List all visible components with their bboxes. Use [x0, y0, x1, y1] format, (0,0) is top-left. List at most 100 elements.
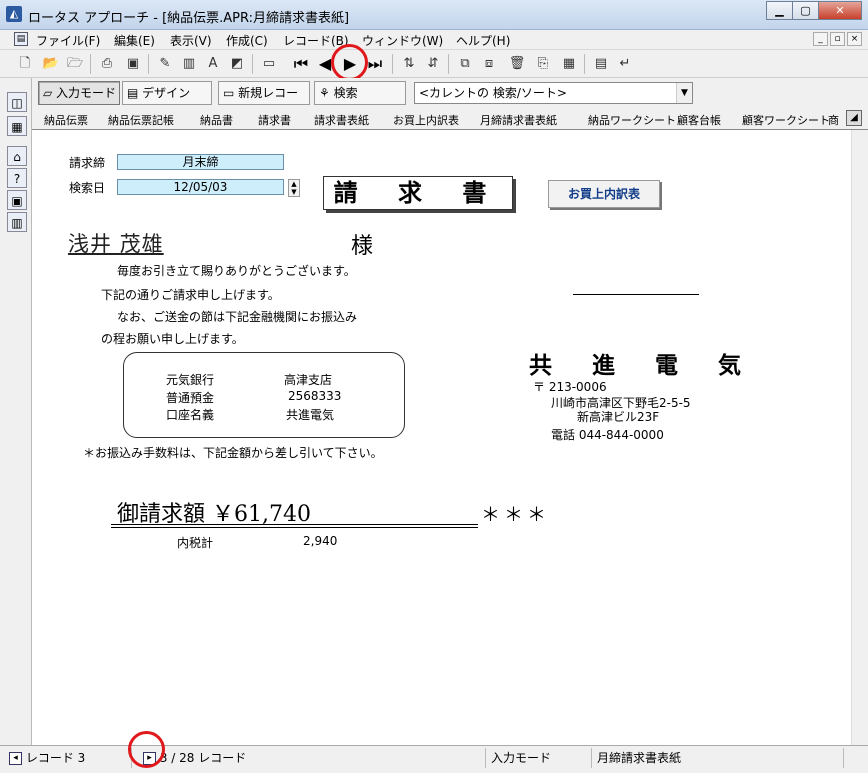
- mode-indicator[interactable]: 入力モード: [488, 748, 592, 768]
- fee-note: ＊お振込み手数料は、下記金額から差し引いて下さい。: [83, 446, 383, 460]
- mdi-restore-button[interactable]: ▫: [830, 32, 845, 46]
- open-folder-icon[interactable]: 🗁: [64, 53, 86, 75]
- menu-view[interactable]: 表示(V): [170, 32, 212, 49]
- delete-record-icon[interactable]: 🗑: [506, 53, 528, 75]
- menu-edit[interactable]: 編集(E): [114, 32, 155, 49]
- tab-scroll-icon[interactable]: ◢: [846, 110, 862, 126]
- new-file-icon[interactable]: 🗋: [14, 53, 36, 75]
- tab-purchase-detail[interactable]: お買上内訳表: [393, 112, 459, 128]
- mode-bar: ▱ 入力モード ▤ デザイン ▭ 新規レコード ⚘ 検索 <カレントの 検索/ソ…: [32, 78, 868, 122]
- closing-field[interactable]: 月末締: [117, 154, 284, 170]
- account-holder: 共進電気: [286, 408, 335, 422]
- previous-record-icon[interactable]: ◀: [314, 53, 336, 75]
- total-underline: [111, 527, 478, 528]
- total-underline: [111, 524, 478, 525]
- browse-mode-button[interactable]: ▱ 入力モード: [38, 81, 120, 105]
- account-type: 普通預金: [166, 391, 215, 405]
- purchase-detail-button[interactable]: お買上内訳表: [548, 180, 660, 208]
- toolbar-separator: [148, 54, 149, 74]
- browse-form-icon[interactable]: ◫: [7, 92, 27, 112]
- mdi-close-button[interactable]: ×: [847, 32, 862, 46]
- menu-help[interactable]: ヘルプ(H): [456, 32, 510, 49]
- new-record-button[interactable]: ▭ 新規レコード: [218, 81, 310, 122]
- tab-delivery-slip[interactable]: 納品伝票: [44, 112, 88, 128]
- greeting-line: の程お願い申し上げます。: [101, 332, 244, 346]
- design-mode-icon: ▤: [127, 86, 143, 100]
- close-button[interactable]: ✕: [818, 1, 862, 20]
- tab-customer-ledger[interactable]: 顧客台帳: [677, 112, 721, 128]
- menu-create[interactable]: 作成(C): [226, 32, 268, 49]
- bank-name: 元気銀行: [166, 373, 215, 387]
- title-bar: ◭ ロータス アプローチ - [納品伝票.APR:月締請求書表紙] ▁ ▢ ✕: [0, 0, 868, 30]
- tab-delivery-worksheet[interactable]: 納品ワークシート: [588, 112, 676, 128]
- duplicate-record-icon[interactable]: ⎘: [532, 53, 554, 75]
- menu-file[interactable]: ファイル(F): [36, 32, 100, 49]
- company-postal: 〒 213-0006: [533, 380, 607, 394]
- greeting-line: 毎度お引き立て賜りありがとうございます。: [117, 264, 356, 278]
- search-date-field[interactable]: 12/05/03: [117, 179, 284, 195]
- fill-field-icon[interactable]: ▦: [558, 53, 580, 75]
- maximize-button[interactable]: ▢: [792, 1, 819, 20]
- record-counter[interactable]: ▸ 3 / 28 レコード: [140, 748, 486, 768]
- preview-icon[interactable]: ▣: [122, 53, 144, 75]
- lotus-approach-icon[interactable]: ◭: [6, 6, 22, 22]
- enter-icon[interactable]: ↵: [614, 53, 636, 75]
- window-controls: ▁ ▢ ✕: [766, 1, 862, 20]
- closing-label: 請求締: [69, 156, 106, 170]
- toolbar-separator: [392, 54, 393, 74]
- minimize-button[interactable]: ▁: [766, 1, 793, 20]
- find-again-icon[interactable]: ⧈: [478, 53, 500, 75]
- find-button[interactable]: ⚘ 検索: [314, 81, 406, 105]
- edit-pen-icon[interactable]: ✎: [154, 53, 176, 75]
- tab-delivery-ledger[interactable]: 納品伝票記帳: [108, 112, 174, 128]
- go-to-record-icon[interactable]: ▸: [143, 752, 156, 765]
- vertical-scrollbar[interactable]: [851, 130, 868, 745]
- previous-record-icon[interactable]: ◂: [9, 752, 22, 765]
- print-icon[interactable]: ⎙: [96, 53, 118, 75]
- menu-window[interactable]: ウィンドウ(W): [362, 32, 443, 49]
- page-title: 請 求 書: [323, 176, 513, 210]
- last-record-icon[interactable]: ⏭: [364, 53, 386, 75]
- status-bar: ◂ レコード 3 ▸ 3 / 28 レコード 入力モード 月締請求書表紙: [0, 745, 868, 773]
- document-icon[interactable]: ▤: [14, 32, 28, 46]
- home-icon[interactable]: ⌂: [7, 146, 27, 166]
- date-spinner[interactable]: ▲ ▼: [288, 179, 300, 197]
- customer-name[interactable]: 浅井 茂雄: [68, 228, 164, 258]
- design-mode-button[interactable]: ▤ デザイン: [122, 81, 212, 105]
- tab-invoice-cover[interactable]: 請求書表紙: [314, 112, 369, 128]
- mdi-minimize-button[interactable]: _: [813, 32, 828, 46]
- computer-icon[interactable]: ▣: [7, 190, 27, 210]
- tab-customer-worksheet[interactable]: 顧客ワークシート: [742, 112, 830, 128]
- worksheet-icon[interactable]: ▦: [7, 116, 27, 136]
- menu-record[interactable]: レコード(B): [283, 32, 349, 49]
- spell-check-icon[interactable]: ▤: [590, 53, 612, 75]
- sort-descending-icon[interactable]: ⇵: [422, 53, 444, 75]
- record-indicator[interactable]: ◂ レコード 3: [6, 748, 132, 768]
- ruler-icon[interactable]: ▥: [178, 53, 200, 75]
- next-record-icon[interactable]: ▶: [339, 53, 361, 75]
- account-number: 2568333: [288, 389, 342, 403]
- search-date-label: 検索日: [69, 181, 106, 195]
- tab-monthly-invoice-cover[interactable]: 月締請求書表紙: [480, 112, 557, 128]
- find-sort-select[interactable]: <カレントの 検索/ソート> ▼: [414, 82, 693, 104]
- help-icon[interactable]: ?: [7, 168, 27, 188]
- chevron-down-icon[interactable]: ▼: [676, 83, 692, 103]
- text-field-icon[interactable]: A: [202, 53, 224, 75]
- first-record-icon[interactable]: ⏮: [290, 53, 312, 75]
- database-icon[interactable]: ▥: [7, 212, 27, 232]
- company-phone: 電話 044-844-0000: [551, 428, 664, 442]
- view-tabs: 納品伝票 納品伝票記帳 納品書 請求書 請求書表紙 お買上内訳表 月締請求書表紙…: [32, 108, 868, 130]
- tab-invoice[interactable]: 請求書: [258, 112, 291, 128]
- draw-tool-icon[interactable]: ◩: [226, 53, 248, 75]
- tab-delivery-note[interactable]: 納品書: [200, 112, 233, 128]
- tab-more[interactable]: 商: [828, 112, 839, 128]
- bank-info-box: 元気銀行 高津支店 普通預金 2568333 口座名義 共進電気: [123, 352, 405, 438]
- tax-value[interactable]: 2,940: [303, 534, 337, 548]
- find-records-icon[interactable]: ⧉: [454, 53, 476, 75]
- view-indicator[interactable]: 月締請求書表紙: [594, 748, 844, 768]
- open-file-icon[interactable]: 📂: [40, 53, 62, 75]
- signature-line: [573, 294, 699, 295]
- find-icon: ⚘: [319, 86, 334, 100]
- record-icon[interactable]: ▭: [258, 53, 280, 75]
- sort-ascending-icon[interactable]: ⇅: [398, 53, 420, 75]
